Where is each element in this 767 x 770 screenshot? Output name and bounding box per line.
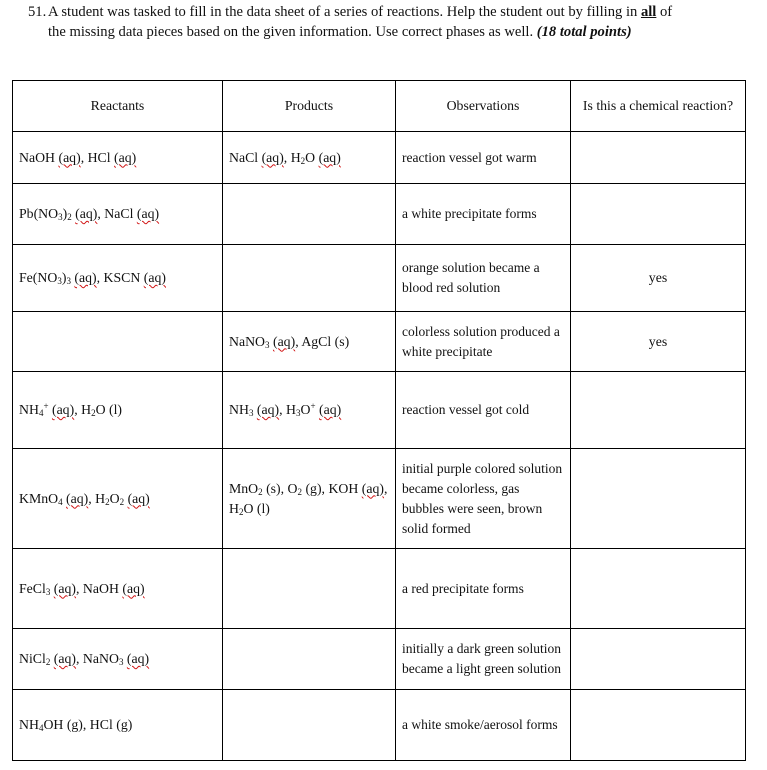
reactants-cell: NaOH (aq), HCl (aq) bbox=[12, 131, 223, 184]
spellcheck-underlined-text: (aq) bbox=[256, 402, 280, 417]
total-points: (18 total points) bbox=[536, 24, 632, 40]
header-row: Reactants Products Observations Is this … bbox=[12, 80, 746, 132]
spellcheck-underlined-text: (aq) bbox=[136, 206, 160, 221]
header-reactants: Reactants bbox=[12, 80, 223, 132]
observations-cell: a white precipitate forms bbox=[395, 183, 571, 245]
spellcheck-underlined-text: (aq) bbox=[143, 270, 166, 285]
spellcheck-underlined-text: (aq) bbox=[53, 580, 77, 596]
question-number: 51. bbox=[28, 4, 47, 20]
spellcheck-underlined-text: (aq) bbox=[318, 149, 341, 165]
question-prompt: 51. A student was tasked to fill in the d… bbox=[28, 2, 758, 42]
table-row: NH4OH (g), HCl (g) a white smoke/aerosol … bbox=[12, 689, 746, 761]
products-cell: MnO2 (s), O2 (g), KOH (aq), H2O (l) bbox=[222, 448, 396, 549]
reactants-cell[interactable] bbox=[12, 311, 223, 372]
reactants-cell: KMnO4 (aq), H2O2 (aq) bbox=[12, 448, 223, 549]
observations-cell: orange solution became a blood red solut… bbox=[395, 244, 571, 312]
spellcheck-underlined-text: (aq) bbox=[66, 490, 89, 506]
header-chemical-reaction: Is this a chemical reaction? bbox=[570, 80, 746, 132]
observations-cell: colorless solution produced a white prec… bbox=[395, 311, 571, 372]
observations-cell: reaction vessel got cold bbox=[395, 371, 571, 449]
spellcheck-underlined-text: (aq) bbox=[75, 206, 98, 221]
table-row: KMnO4 (aq), H2O2 (aq) MnO2 (s), O2 (g), K… bbox=[12, 448, 746, 549]
products-cell[interactable] bbox=[222, 244, 396, 312]
spellcheck-underlined-text: (aq) bbox=[114, 149, 137, 165]
header-products: Products bbox=[222, 80, 396, 132]
products-cell: NaCl (aq), H2O (aq) bbox=[222, 131, 396, 184]
reactants-cell: Pb(NO3)2 (aq), NaCl (aq) bbox=[12, 183, 223, 245]
reactants-cell: NH4+ (aq), H2O (l) bbox=[12, 371, 223, 449]
spellcheck-underlined-text: (aq) bbox=[361, 480, 385, 496]
spellcheck-underlined-text: (aq) bbox=[318, 402, 342, 417]
reactants-cell: NH4OH (g), HCl (g) bbox=[12, 689, 223, 761]
table-row: NaOH (aq), HCl (aq) NaCl (aq), H2O (aq) re… bbox=[12, 131, 746, 184]
observations-cell: a white smoke/aerosol forms bbox=[395, 689, 571, 761]
chemical-reaction-cell[interactable] bbox=[570, 183, 746, 245]
reactants-cell: Fe(NO3)3 (aq), KSCN (aq) bbox=[12, 244, 223, 312]
chemical-reaction-cell[interactable] bbox=[570, 131, 746, 184]
emphasis-all: all bbox=[640, 4, 657, 20]
chemical-reaction-cell[interactable] bbox=[570, 689, 746, 761]
chemical-reaction-cell: yes bbox=[570, 244, 746, 312]
table-row: FeCl3 (aq), NaOH (aq) a red precipitate f… bbox=[12, 548, 746, 629]
chemical-reaction-cell[interactable] bbox=[570, 371, 746, 449]
products-cell: NH3 (aq), H3O+ (aq) bbox=[222, 371, 396, 449]
spellcheck-underlined-text: (aq) bbox=[51, 402, 75, 417]
table-row: Fe(NO3)3 (aq), KSCN (aq) orange solution … bbox=[12, 244, 746, 312]
table-row: NiCl2 (aq), NaNO3 (aq) initially a dark g… bbox=[12, 628, 746, 690]
table-row: NH4+ (aq), H2O (l) NH3 (aq), H3O+ (aq) rea… bbox=[12, 371, 746, 449]
spellcheck-underlined-text: (aq) bbox=[272, 333, 296, 349]
reactants-cell: NiCl2 (aq), NaNO3 (aq) bbox=[12, 628, 223, 690]
products-cell[interactable] bbox=[222, 628, 396, 690]
spellcheck-underlined-text: (aq) bbox=[53, 651, 77, 666]
chemical-reaction-cell[interactable] bbox=[570, 448, 746, 549]
spellcheck-underlined-text: (aq) bbox=[261, 149, 284, 165]
spellcheck-underlined-text: (aq) bbox=[122, 580, 145, 596]
products-cell: NaNO3 (aq), AgCl (s) bbox=[222, 311, 396, 372]
products-cell[interactable] bbox=[222, 689, 396, 761]
question-line-2: the missing data pieces based on the giv… bbox=[48, 24, 632, 40]
header-observations: Observations bbox=[395, 80, 571, 132]
products-cell[interactable] bbox=[222, 548, 396, 629]
spellcheck-underlined-text: (aq) bbox=[126, 651, 150, 666]
chemical-reaction-cell[interactable] bbox=[570, 548, 746, 629]
observations-cell: initially a dark green solution became a… bbox=[395, 628, 571, 690]
chemical-reaction-cell[interactable] bbox=[570, 628, 746, 690]
products-cell[interactable] bbox=[222, 183, 396, 245]
table-row: Pb(NO3)2 (aq), NaCl (aq) a white precipit… bbox=[12, 183, 746, 245]
observations-cell: reaction vessel got warm bbox=[395, 131, 571, 184]
question-line-1: 51. A student was tasked to fill in the d… bbox=[28, 4, 673, 20]
spellcheck-underlined-text: (aq) bbox=[58, 149, 81, 165]
observations-cell: a red precipitate forms bbox=[395, 548, 571, 629]
reactants-cell: FeCl3 (aq), NaOH (aq) bbox=[12, 548, 223, 629]
table-row: NaNO3 (aq), AgCl (s) colorless solution p… bbox=[12, 311, 746, 372]
reaction-data-table: Reactants Products Observations Is this … bbox=[12, 80, 746, 761]
spellcheck-underlined-text: (aq) bbox=[74, 270, 97, 285]
observations-cell: initial purple colored solution became c… bbox=[395, 448, 571, 549]
chemical-reaction-cell: yes bbox=[570, 311, 746, 372]
spellcheck-underlined-text: (aq) bbox=[127, 490, 150, 506]
